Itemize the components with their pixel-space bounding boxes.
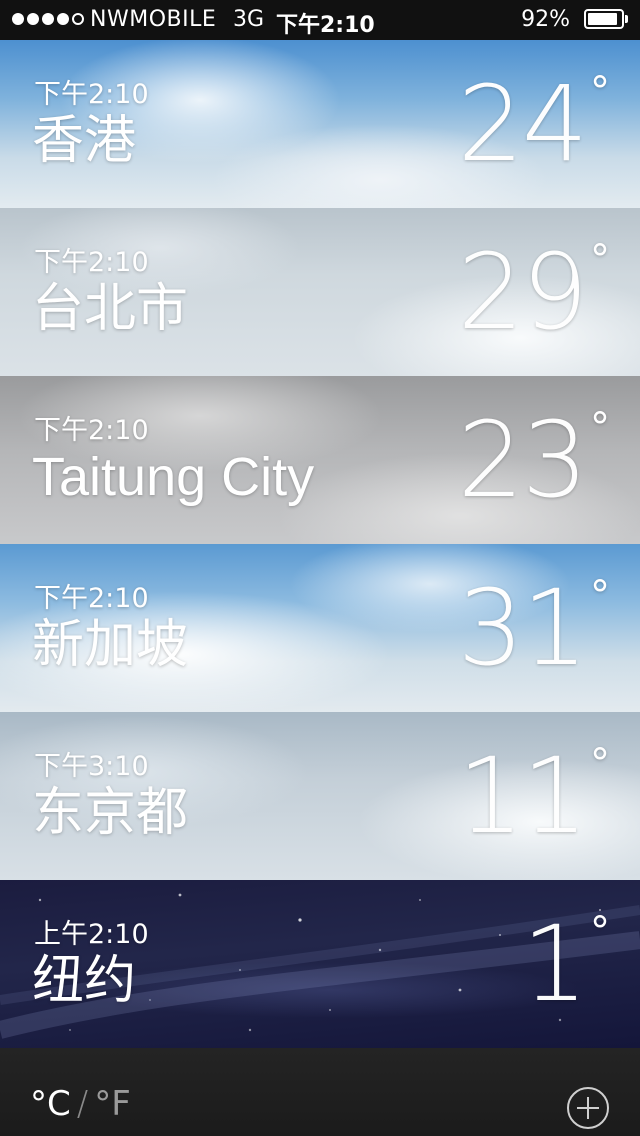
degree-symbol: ° [590, 909, 610, 955]
city-temperature: 24 [457, 63, 588, 185]
city-row[interactable]: 上午2:10 纽约 1 ° [0, 880, 640, 1048]
fahrenheit-unit[interactable]: °F [94, 1084, 131, 1124]
city-local-time: 下午3:10 [34, 751, 149, 782]
signal-dot [27, 13, 39, 25]
city-row[interactable]: 下午2:10 香港 24 ° [0, 40, 640, 208]
city-local-time: 下午2:10 [34, 415, 149, 446]
city-name: 纽约 [32, 951, 137, 1011]
city-row[interactable]: 下午2:10 新加坡 31 ° [0, 544, 640, 712]
carrier-name: NWMOBILE [90, 7, 217, 32]
city-temperature: 29 [457, 231, 588, 353]
degree-symbol: ° [590, 237, 610, 283]
bottom-toolbar: °C / °F [0, 1048, 640, 1136]
city-local-time: 上午2:10 [34, 919, 149, 950]
city-local-time: 下午2:10 [34, 247, 149, 278]
battery-percent: 92% [521, 7, 570, 32]
city-name: 东京都 [32, 783, 189, 843]
city-name: 台北市 [32, 279, 189, 339]
status-time: 下午2:10 [276, 13, 375, 38]
city-row[interactable]: 下午3:10 东京都 11 ° [0, 712, 640, 880]
city-temperature: 1 [521, 903, 588, 1025]
battery-icon [584, 9, 628, 29]
signal-dot [57, 13, 69, 25]
city-local-time: 下午2:10 [34, 583, 149, 614]
city-row[interactable]: 下午2:10 台北市 29 ° [0, 208, 640, 376]
city-temperature: 23 [457, 399, 588, 521]
degree-symbol: ° [590, 741, 610, 787]
city-local-time: 下午2:10 [34, 79, 149, 110]
degree-symbol: ° [590, 405, 610, 451]
network-type: 3G [233, 7, 265, 32]
weather-screen: NWMOBILE 3G 下午2:10 92% 下午2:10 香港 24 ° 下午… [0, 0, 640, 1136]
plus-circle-icon[interactable] [566, 1086, 610, 1130]
signal-strength-icon [12, 13, 84, 25]
signal-dot [72, 13, 84, 25]
city-temperature: 31 [457, 567, 588, 689]
degree-symbol: ° [590, 573, 610, 619]
degree-symbol: ° [590, 69, 610, 115]
city-name: Taitung City [32, 447, 315, 507]
signal-dot [12, 13, 24, 25]
celsius-unit[interactable]: °C [30, 1084, 71, 1124]
city-name: 香港 [32, 111, 137, 171]
city-name: 新加坡 [32, 615, 189, 675]
city-temperature: 11 [457, 735, 588, 857]
unit-toggle[interactable]: °C / °F [30, 1084, 131, 1124]
city-row[interactable]: 下午2:10 Taitung City 23 ° [0, 376, 640, 544]
status-bar: NWMOBILE 3G 下午2:10 92% [0, 0, 640, 40]
unit-separator: / [76, 1084, 89, 1124]
signal-dot [42, 13, 54, 25]
